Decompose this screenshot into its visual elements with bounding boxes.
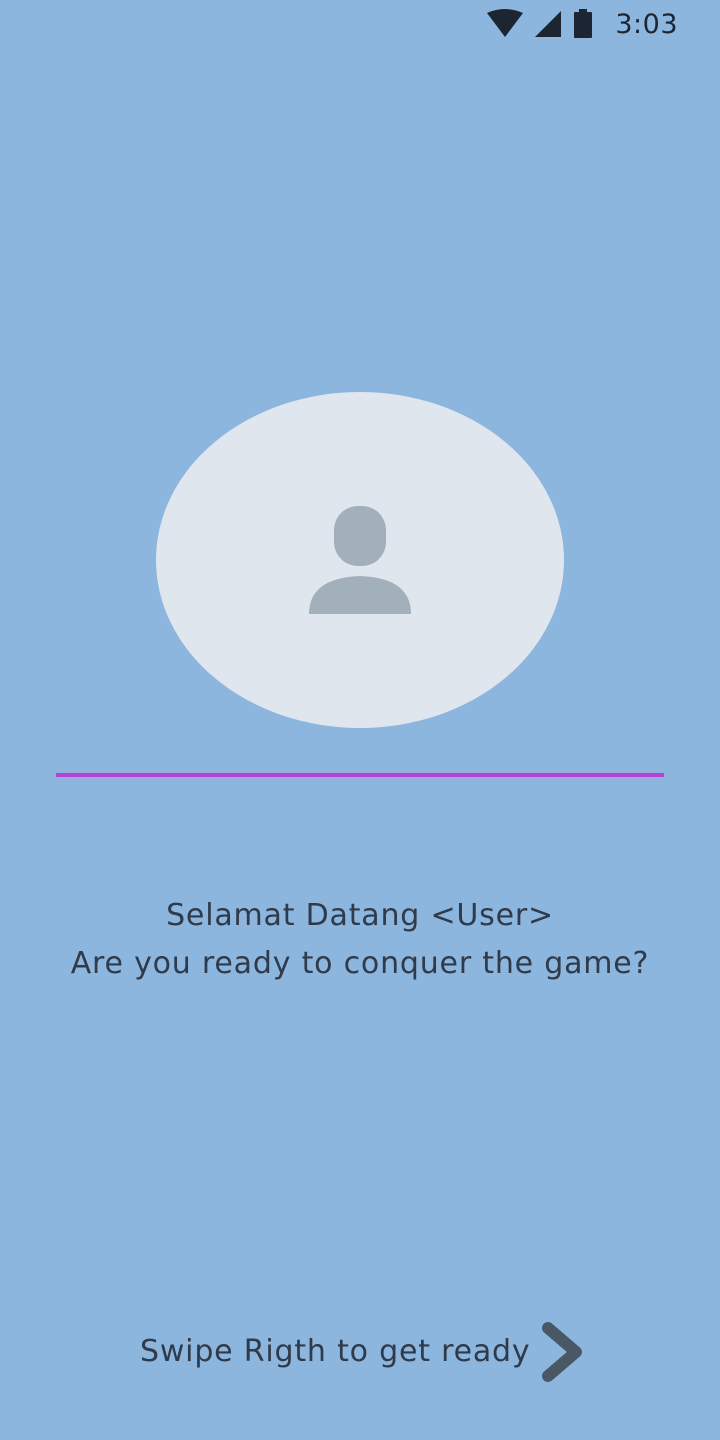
welcome-message: Selamat Datang <User> Are you ready to c… xyxy=(0,892,720,988)
swipe-hint[interactable]: Swipe Rigth to get ready xyxy=(0,1320,720,1384)
avatar[interactable] xyxy=(156,392,564,728)
cellular-signal-icon xyxy=(535,11,562,37)
welcome-greeting: Selamat Datang <User> xyxy=(166,898,554,933)
status-bar: 3:03 xyxy=(0,0,720,48)
chevron-right-icon[interactable] xyxy=(540,1320,588,1384)
battery-icon xyxy=(574,9,593,38)
user-placeholder-icon xyxy=(309,506,411,614)
status-icons: 3:03 xyxy=(487,8,678,40)
divider xyxy=(56,773,664,777)
status-time: 3:03 xyxy=(615,8,678,40)
swipe-hint-label: Swipe Rigth to get ready xyxy=(140,1334,531,1369)
welcome-question: Are you ready to conquer the game? xyxy=(70,946,650,981)
wifi-icon xyxy=(487,9,524,37)
